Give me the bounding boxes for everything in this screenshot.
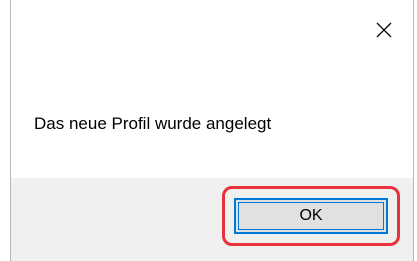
dialog-right-border [413, 0, 414, 261]
close-button[interactable] [364, 14, 404, 50]
close-icon [376, 22, 392, 43]
message-dialog: Das neue Profil wurde angelegt OK [0, 0, 417, 261]
ok-button[interactable]: OK [234, 198, 388, 234]
dialog-message: Das neue Profil wurde angelegt [34, 114, 272, 133]
